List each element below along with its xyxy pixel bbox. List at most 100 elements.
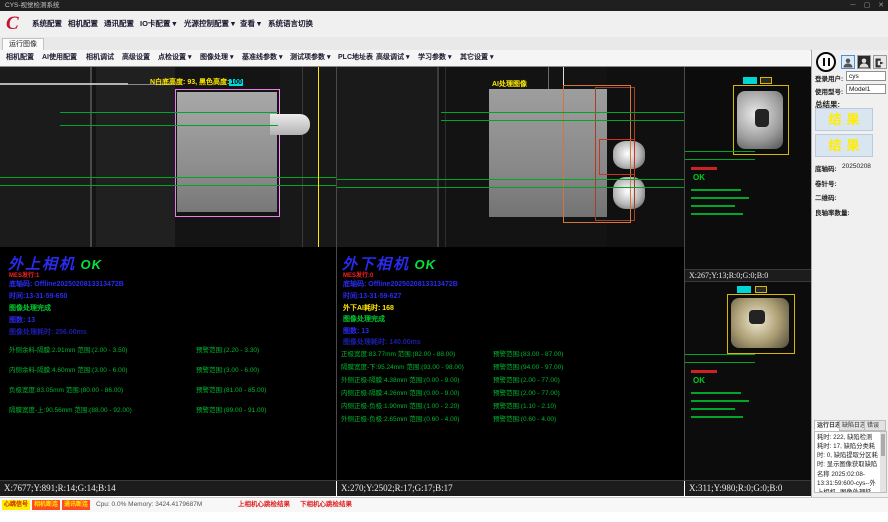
- tool-image-process[interactable]: 图像处理 ▾: [200, 50, 233, 66]
- thumbnail-2[interactable]: OK: [685, 282, 811, 481]
- thumbnail-column: OK X:267;Y:13;R:0;G:0;B:0 OK: [685, 67, 811, 481]
- tool-baseline-params[interactable]: 基准线参数 ▾: [242, 50, 282, 66]
- user-dark-icon: [858, 57, 870, 69]
- measure-line: [685, 362, 755, 363]
- measurement-text: 外侧正极-负极:2.65mm 范围:(0.60 - 4.00): [341, 413, 459, 423]
- warn-range-text: 预警范围:(1.10 - 2.10): [493, 400, 556, 410]
- measurement-text: 内侧正极-隔膜:4.26mm 范围:(0.00 - 9.00): [341, 387, 459, 397]
- log-tab-error[interactable]: 错误日志: [864, 420, 886, 431]
- left-camera-image[interactable]: N白底高度: 93, 黑色高度:100: [0, 67, 336, 247]
- left-camera-panel: N白底高度: 93, 黑色高度:100 外上相机 OK MES发行:1 底轴码:…: [0, 67, 336, 481]
- shaft-code-label: 底轴码:: [815, 163, 837, 173]
- title-bar: CYS-视觉检测系统 ─ ▢ ✕: [0, 0, 888, 11]
- user-icon: [842, 57, 854, 69]
- login-user-field[interactable]: cys: [846, 71, 886, 81]
- camera-down-badge: 相机断连: [32, 500, 60, 510]
- tool-camera-config[interactable]: 相机配置: [6, 50, 34, 66]
- window-title: CYS-视觉检测系统: [5, 0, 60, 11]
- mes-text: MES发行:1: [9, 270, 39, 279]
- machine-frame: [0, 67, 90, 247]
- measure-line: [337, 187, 684, 188]
- result-badge-2: 结果: [815, 134, 873, 157]
- middle-camera-image[interactable]: AI处理图像: [337, 67, 684, 247]
- result-ok-text: OK: [80, 257, 102, 272]
- warn-range-text: 预警范围:(94.00 - 97.00): [493, 361, 563, 371]
- time-text: 时间:13-31-59-650: [9, 291, 67, 301]
- measurement-text: 内侧余料-隔膜:4.60mm 范围:(3.00 - 6.00): [9, 364, 127, 374]
- mini-green-text-line: [691, 392, 741, 394]
- mini-red-text-line: [691, 370, 717, 373]
- menu-system-config[interactable]: 系统配置: [32, 11, 62, 37]
- barcode-text: 底轴码: Offline2025020813313472B: [343, 279, 458, 289]
- left-coords-bar: X:7677;Y:891;R:14;G:14;B:14: [0, 480, 336, 496]
- mini-green-text-line: [691, 205, 735, 207]
- yield-label: 良轴率数量:: [815, 207, 850, 217]
- tool-spot-check[interactable]: 点检设置 ▾: [158, 50, 191, 66]
- label-box-yellow: [760, 77, 772, 84]
- roi-line-pink: [279, 89, 280, 215]
- user-login-button[interactable]: [841, 55, 855, 69]
- tool-camera-debug[interactable]: 相机调试: [86, 50, 114, 66]
- tool-other-settings[interactable]: 其它设置 ▾: [460, 50, 493, 66]
- process-done-text: 图像处理完成: [9, 303, 51, 313]
- part-hole: [755, 109, 769, 127]
- marker-line-yellow: [318, 67, 319, 247]
- menu-camera-config[interactable]: 相机配置: [68, 11, 98, 37]
- middle-camera-panel: AI处理图像 外下相机 OK MES发行:0 底轴码: Offline20250…: [337, 67, 684, 481]
- elapsed-text: 图像处理耗时: 140.00ms: [343, 337, 421, 347]
- mini-green-text-line: [691, 400, 749, 402]
- machine-frame: [337, 67, 437, 247]
- annotation-value: 100: [229, 79, 243, 86]
- lower-camera-alert: 下相机心跳检结果: [300, 500, 352, 510]
- log-scrollbar[interactable]: [880, 432, 886, 492]
- tool-learn-params[interactable]: 学习参数 ▾: [418, 50, 451, 66]
- frame-count-text: 图数: 13: [9, 315, 35, 325]
- measurement-text: 正极宽度:83.77mm 范围:(82.00 - 88.00): [341, 348, 455, 358]
- app-window: CYS-视觉检测系统 ─ ▢ ✕ C 系统配置 相机配置 通讯配置 IO卡配置 …: [0, 0, 888, 522]
- qr-label: 二维码:: [815, 192, 837, 202]
- minimize-button[interactable]: ─: [846, 0, 860, 11]
- frame-edge: [90, 67, 92, 247]
- right-frame-edge: [302, 67, 303, 247]
- measurement-text: 隔膜宽度-上:90.56mm 范围:(88.00 - 92.00): [9, 404, 132, 414]
- app-logo-icon: C: [6, 12, 28, 35]
- frame-count-text: 图数: 13: [343, 326, 369, 336]
- right-frame: [280, 67, 336, 247]
- logout-button[interactable]: [873, 55, 887, 69]
- comm-down-badge: 通讯断连: [62, 500, 90, 510]
- warn-range-text: 预警范围:(89.00 - 91.00): [196, 404, 266, 414]
- tool-test-params[interactable]: 测试项参数 ▾: [290, 50, 330, 66]
- tool-advanced-debug[interactable]: 高级调试 ▾: [376, 50, 409, 66]
- model-field[interactable]: Model1: [846, 84, 886, 94]
- warn-range-text: 预警范围:(2.20 - 3.30): [196, 344, 259, 354]
- tab-strip: 运行图像: [0, 37, 888, 51]
- user-dark-button[interactable]: [857, 55, 871, 69]
- measure-line: [685, 151, 755, 152]
- menu-language-switch[interactable]: 系统语言切换: [268, 11, 313, 37]
- warn-range-text: 预警范围:(3.00 - 6.00): [196, 364, 259, 374]
- pause-button[interactable]: [816, 52, 836, 72]
- menu-light-config[interactable]: 光源控制配置 ▾: [184, 11, 235, 37]
- thumbnail-1[interactable]: OK: [685, 67, 811, 269]
- annotation-text: N白底高度: 93, 黑色高度:: [150, 79, 229, 86]
- mini-green-text-line: [691, 408, 735, 410]
- close-button[interactable]: ✕: [874, 0, 888, 11]
- menu-io-config[interactable]: IO卡配置 ▾: [140, 11, 176, 37]
- thumb1-coords-bar: X:267;Y:13;R:0;G:0;B:0: [685, 269, 811, 282]
- tool-ai-use-config[interactable]: AI使用配置: [42, 50, 77, 66]
- maximize-button[interactable]: ▢: [860, 0, 874, 11]
- menu-view[interactable]: 查看 ▾: [240, 11, 261, 37]
- roi-box-magenta: [175, 89, 280, 217]
- main-area: N白底高度: 93, 黑色高度:100 外上相机 OK MES发行:1 底轴码:…: [0, 66, 811, 481]
- status-bar: 心跳信号 相机断连 通讯断连 Cpu: 0.0% Memory: 3424.41…: [0, 497, 888, 512]
- log-tab-strip: 运行日志 缺陷日志 错误日志: [814, 420, 886, 431]
- menu-comm-config[interactable]: 通讯配置: [104, 11, 134, 37]
- part-hole: [749, 310, 765, 324]
- shaft-code-value: 20250208: [842, 163, 871, 170]
- roi-box-red-inner: [599, 139, 635, 175]
- warn-range-text: 预警范围:(81.00 - 85.00): [196, 384, 266, 394]
- tool-advanced-set[interactable]: 高级设置: [122, 50, 150, 66]
- tool-plc-table[interactable]: PLC地址表: [338, 50, 373, 66]
- log-output[interactable]: 耗时: 222, 缺陷检测耗时: 17, 缺陷分类耗时: 0, 缺陷提取分区耗时…: [814, 431, 887, 493]
- bright-vline: [563, 67, 564, 87]
